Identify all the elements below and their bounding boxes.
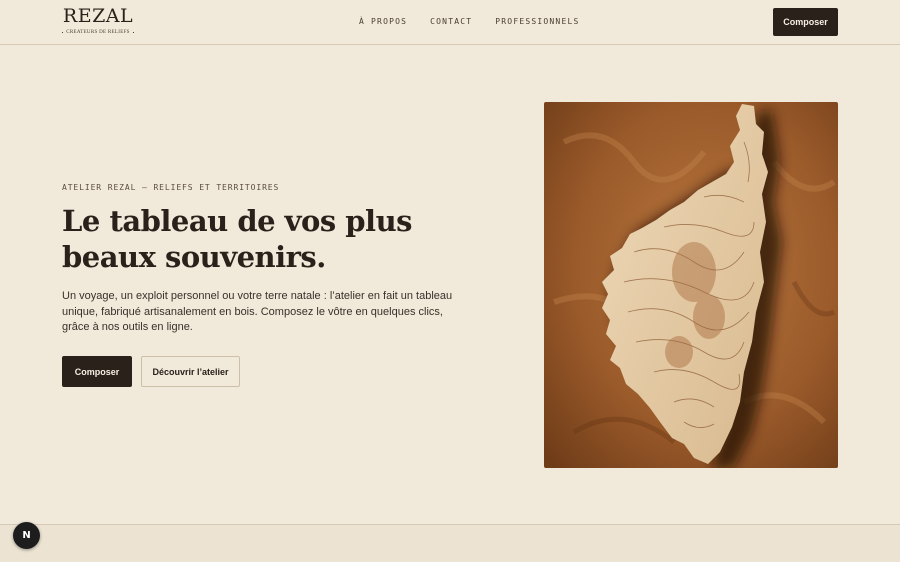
next-section-edge — [0, 524, 900, 562]
relief-map-photo — [544, 102, 838, 468]
site-header: REZAL CREATEURS DE RELIEFS À PROPOS CONT… — [0, 0, 900, 45]
hero-headline: Le tableau de vos plus beaux souvenirs. — [62, 204, 413, 274]
discover-atelier-button[interactable]: Découvrir l’atelier — [141, 356, 240, 387]
nav-link-a-propos[interactable]: À PROPOS — [359, 17, 407, 26]
logo-tagline-row: CREATEURS DE RELIEFS — [62, 30, 134, 35]
brand-logo[interactable]: REZAL CREATEURS DE RELIEFS — [62, 5, 134, 35]
hero-eyebrow: ATELIER REZAL — RELIEFS ET TERRITOIRES — [62, 183, 280, 192]
hero-lead: Un voyage, un exploit personnel ou votre… — [62, 290, 453, 333]
framework-dev-badge[interactable]: N — [13, 522, 40, 549]
header-compose-button[interactable]: Composer — [773, 8, 838, 36]
nav-link-contact[interactable]: CONTACT — [430, 17, 472, 26]
logo-tagline: CREATEURS DE RELIEFS — [66, 30, 130, 35]
main-nav: À PROPOS CONTACT PROFESSIONNELS — [359, 17, 580, 26]
hero-compose-button[interactable]: Composer — [62, 356, 132, 387]
divider — [132, 32, 134, 33]
corsica-relief-illustration — [544, 102, 838, 468]
nav-link-professionnels[interactable]: PROFESSIONNELS — [495, 17, 579, 26]
divider — [62, 32, 64, 33]
logo-wordmark: REZAL — [62, 5, 134, 27]
